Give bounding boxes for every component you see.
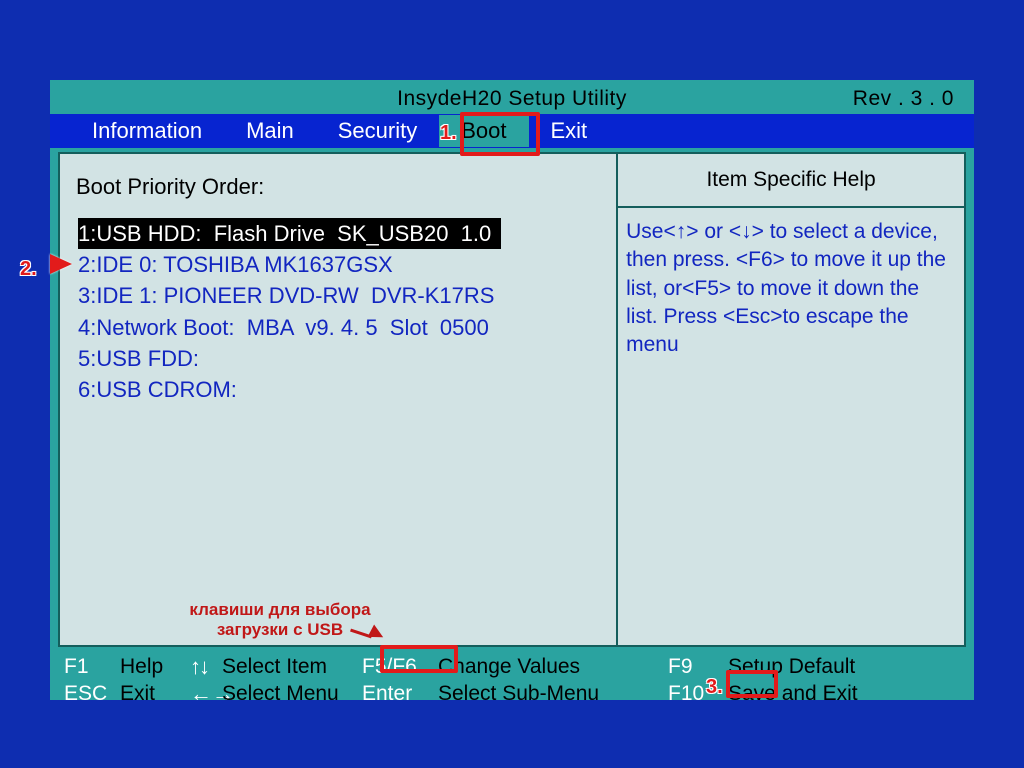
arrows-leftright-icon: ←→ <box>190 681 222 707</box>
annotation-marker-1: 1. <box>440 122 457 145</box>
title-bar: InsydeH20 Setup Utility Rev . 3 . 0 <box>50 80 974 114</box>
annotation-marker-3: 3. <box>706 676 723 699</box>
boot-item-3[interactable]: 3:IDE 1: PIONEER DVD-RW DVR-K17RS <box>78 280 606 311</box>
label-help: Help <box>120 655 190 679</box>
arrows-updown-icon: ↑↓ <box>190 654 222 680</box>
tab-security[interactable]: Security <box>316 115 439 147</box>
annotation-arrow2-icon <box>350 624 384 642</box>
tab-exit[interactable]: Exit <box>529 115 610 147</box>
key-f9: F9 <box>668 655 728 679</box>
boot-list[interactable]: 1:USB HDD: Flash Drive SK_USB20 1.0 2:ID… <box>78 218 606 405</box>
boot-item-2[interactable]: 2:IDE 0: TOSHIBA MK1637GSX <box>78 249 606 280</box>
annotation-marker-2: 2. <box>20 258 37 281</box>
label-select-item: Select Item <box>222 655 362 679</box>
label-change-values: Change Values <box>438 655 668 679</box>
label-setup-default: Setup Default <box>728 655 960 679</box>
boot-item-6[interactable]: 6:USB CDROM: <box>78 374 606 405</box>
footer-bar: F1 Help ↑↓ Select Item F5/F6 Change Valu… <box>50 651 974 707</box>
help-pane: Item Specific Help Use<↑> or <↓> to sele… <box>618 154 964 645</box>
help-body: Use<↑> or <↓> to select a device, then p… <box>618 208 964 370</box>
boot-item-5[interactable]: 5:USB FDD: <box>78 343 606 374</box>
boot-item-4[interactable]: 4:Network Boot: MBA v9. 4. 5 Slot 0500 <box>78 312 606 343</box>
key-f1: F1 <box>64 655 120 679</box>
key-f5f6: F5/F6 <box>362 655 438 679</box>
boot-item-1[interactable]: 1:USB HDD: Flash Drive SK_USB20 1.0 <box>78 218 501 249</box>
bios-revision: Rev . 3 . 0 <box>853 87 954 111</box>
label-exit: Exit <box>120 682 190 706</box>
bios-title: InsydeH20 Setup Utility <box>50 87 974 111</box>
tab-bar: Information Main Security Boot Exit <box>50 114 974 148</box>
label-select-menu: Select Menu <box>222 682 362 706</box>
tab-information[interactable]: Information <box>70 115 224 147</box>
boot-priority-pane: Boot Priority Order: 1:USB HDD: Flash Dr… <box>60 154 618 645</box>
help-header: Item Specific Help <box>618 154 964 208</box>
key-enter: Enter <box>362 682 438 706</box>
label-save-exit: Save and Exit <box>728 682 960 706</box>
key-esc: ESC <box>64 682 120 706</box>
label-select-sub: Select Sub-Menu <box>438 682 668 706</box>
section-title: Boot Priority Order: <box>76 174 606 200</box>
content-area: Boot Priority Order: 1:USB HDD: Flash Dr… <box>58 152 966 647</box>
tab-main[interactable]: Main <box>224 115 316 147</box>
annotation-arrow-icon <box>50 254 72 274</box>
